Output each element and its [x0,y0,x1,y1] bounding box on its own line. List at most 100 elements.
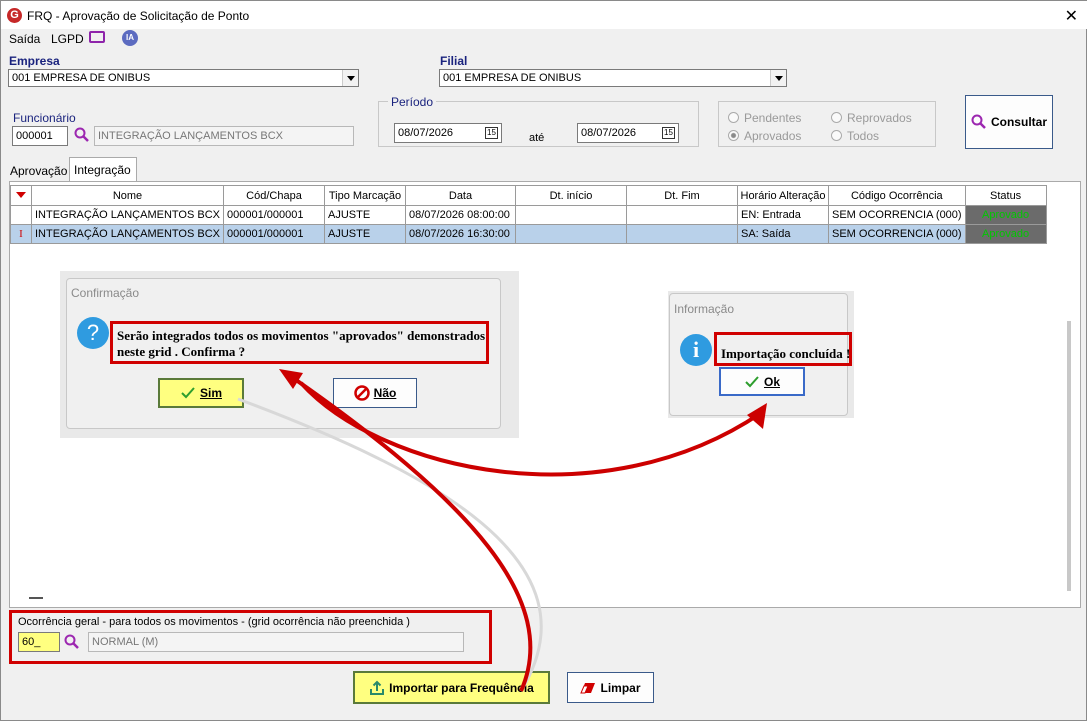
grid-indicator-header[interactable] [10,185,32,206]
limpar-button[interactable]: Limpar [567,672,654,703]
grid-header-row: Nome Cód/Chapa Tipo Marcação Data Dt. in… [10,185,1047,206]
col-header-horario-alteracao[interactable]: Horário Alteração [737,185,829,206]
sort-down-icon [16,191,26,198]
cell-dt-fim[interactable] [626,224,738,244]
empresa-label: Empresa [9,54,60,68]
eraser-icon [580,682,596,693]
main-window: G FRQ - Aprovação de Solicitação de Pont… [0,0,1087,721]
filial-label: Filial [440,54,468,68]
periodo-end-input[interactable]: 08/07/2026 15 [577,123,679,143]
filial-value: 001 EMPRESA DE ONIBUS [443,72,582,84]
col-header-codigo-ocorrencia[interactable]: Código Ocorrência [828,185,966,206]
splitter-handle[interactable] [29,597,43,599]
tab-aprovacao[interactable]: Aprovação [6,159,67,181]
info-icon: i [680,334,712,366]
integration-grid: Nome Cód/Chapa Tipo Marcação Data Dt. in… [10,185,1047,244]
calendar-icon[interactable]: 15 [662,127,675,139]
info-message-highlight [714,332,852,366]
cell-nome[interactable]: INTEGRAÇÃO LANÇAMENTOS BCX [31,224,224,244]
radio-reprovados[interactable]: Reprovados [831,111,912,125]
search-icon[interactable] [74,127,90,143]
sim-label: Sim [199,386,222,400]
question-icon: ? [77,317,109,349]
ia-icon[interactable]: IA [122,30,138,46]
cell-status[interactable]: Aprovado [964,205,1047,225]
ok-button[interactable]: Ok [719,367,805,396]
nao-button[interactable]: Não [333,378,417,408]
periodo-label: Período [388,95,437,109]
cell-data[interactable]: 08/07/2026 08:00:00 [405,205,516,225]
col-header-nome[interactable]: Nome [31,185,224,206]
search-icon[interactable] [64,634,80,650]
empresa-select[interactable]: 001 EMPRESA DE ONIBUS [8,69,359,87]
table-row[interactable]: INTEGRAÇÃO LANÇAMENTOS BCX 000001/000001… [10,205,1047,225]
cell-tipo-marcacao[interactable]: AJUSTE [324,205,406,225]
periodo-start-input[interactable]: 08/07/2026 15 [394,123,502,143]
importar-frequencia-button[interactable]: Importar para Frequência [353,671,550,704]
funcionario-name-field: INTEGRAÇÃO LANÇAMENTOS BCX [94,126,354,146]
table-row[interactable]: I INTEGRAÇÃO LANÇAMENTOS BCX 000001/0000… [10,224,1047,244]
cell-dt-inicio[interactable] [515,224,627,244]
monitor-icon[interactable] [89,31,105,43]
ocorrencia-label: Ocorrência geral - para todos os movimen… [18,616,410,628]
confirm-message-highlight [110,321,489,364]
col-header-cod-chapa[interactable]: Cód/Chapa [223,185,325,206]
ok-label: Ok [763,374,780,389]
cell-nome[interactable]: INTEGRAÇÃO LANÇAMENTOS BCX [31,205,224,225]
info-dialog-title: Informação [674,302,735,316]
title-bar: G FRQ - Aprovação de Solicitação de Pont… [1,1,1087,29]
menu-lgpd[interactable]: LGPD [51,32,84,46]
cell-data[interactable]: 08/07/2026 16:30:00 [405,224,516,244]
cell-horario-alteracao[interactable]: EN: Entrada [737,205,829,225]
checkmark-icon [745,375,759,387]
importar-label: Importar para Frequência [389,680,534,695]
cell-dt-fim[interactable] [626,205,738,225]
empresa-value: 001 EMPRESA DE ONIBUS [12,72,151,84]
cell-dt-inicio[interactable] [515,205,627,225]
nao-label: Não [373,386,397,400]
checkmark-icon [181,387,195,399]
row-indicator[interactable] [10,205,32,225]
periodo-start-value: 08/07/2026 [398,127,454,139]
consultar-label: Consultar [990,115,1047,129]
window-title: FRQ - Aprovação de Solicitação de Ponto [27,9,250,23]
tab-integracao[interactable]: Integração [69,157,137,181]
consultar-button[interactable]: Consultar [965,95,1053,149]
upload-icon [370,680,385,695]
ocorrencia-code-input[interactable]: 60_ [18,632,60,652]
confirm-dialog-title: Confirmação [71,286,140,300]
text-cursor-icon[interactable]: I [10,224,32,244]
prohibited-icon [353,385,370,401]
cell-codigo-ocorrencia[interactable]: SEM OCORRENCIA (000) [828,205,966,225]
col-header-data[interactable]: Data [405,185,516,206]
close-icon[interactable]: ✕ [1065,6,1078,26]
col-header-dt-inicio[interactable]: Dt. início [515,185,627,206]
sim-button[interactable]: Sim [158,378,244,408]
cell-tipo-marcacao[interactable]: AJUSTE [324,224,406,244]
cell-codigo-ocorrencia[interactable]: SEM OCORRENCIA (000) [828,224,966,244]
menu-saida[interactable]: Saída [9,32,40,46]
col-header-status[interactable]: Status [964,185,1047,206]
ocorrencia-description-field: NORMAL (M) [88,632,464,652]
scrollbar[interactable] [1067,321,1071,591]
cell-cod-chapa[interactable]: 000001/000001 [223,205,325,225]
limpar-label: Limpar [600,680,641,695]
funcionario-code-input[interactable]: 000001 [12,126,68,146]
cell-status[interactable]: Aprovado [964,224,1047,244]
filial-select[interactable]: 001 EMPRESA DE ONIBUS [439,69,787,87]
col-header-tipo-marcacao[interactable]: Tipo Marcação [324,185,406,206]
radio-todos[interactable]: Todos [831,129,879,143]
radio-aprovados[interactable]: Aprovados [728,129,801,143]
funcionario-label: Funcionário [13,111,76,125]
chevron-down-icon[interactable] [342,70,358,86]
periodo-separator: até [529,132,545,144]
cell-cod-chapa[interactable]: 000001/000001 [223,224,325,244]
chevron-down-icon[interactable] [770,70,786,86]
periodo-end-value: 08/07/2026 [581,127,637,139]
search-icon [971,114,986,129]
radio-pendentes[interactable]: Pendentes [728,111,801,125]
cell-horario-alteracao[interactable]: SA: Saída [737,224,829,244]
col-header-dt-fim[interactable]: Dt. Fim [626,185,738,206]
calendar-icon[interactable]: 15 [485,127,498,139]
app-logo-icon: G [7,8,22,23]
